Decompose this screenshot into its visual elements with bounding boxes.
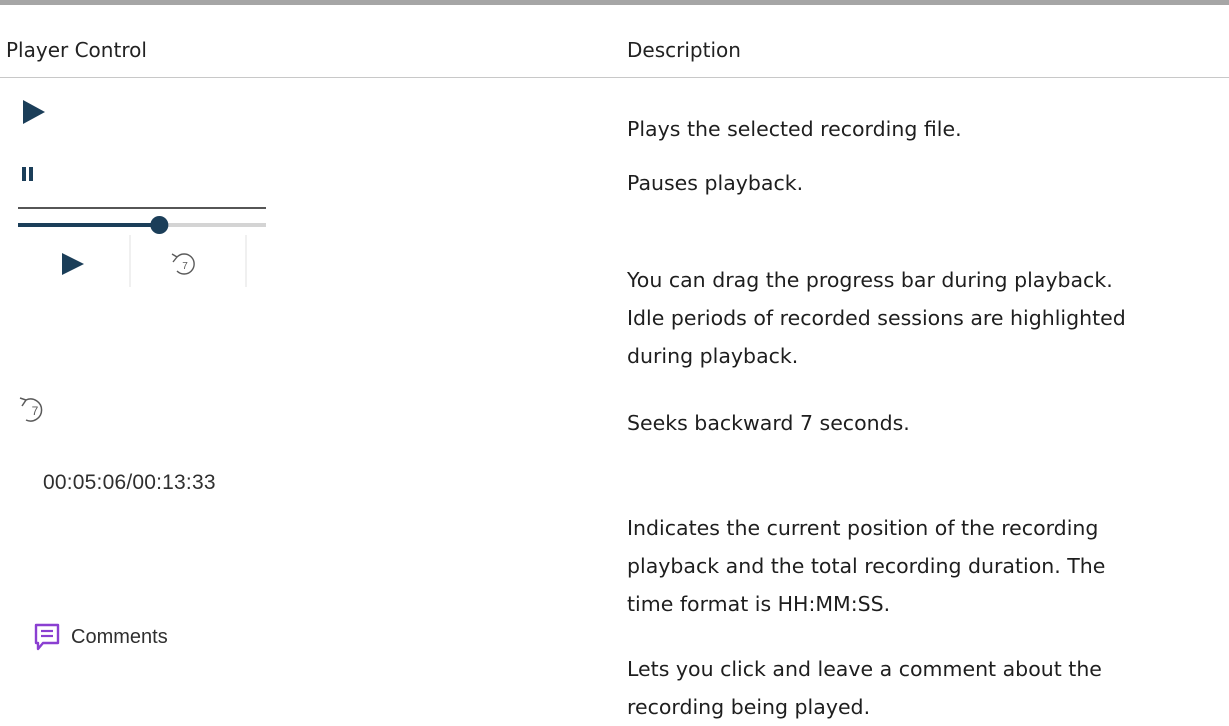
svg-text:7: 7 — [182, 261, 188, 272]
time-display: 00:05:06/00:13:33 — [43, 471, 216, 494]
header-description: Description — [627, 38, 741, 62]
description-progress-bar: You can drag the progress bar during pla… — [627, 268, 1126, 368]
description-play: Plays the selected recording file. — [627, 117, 962, 141]
seek-back-7-icon: 7 — [171, 253, 195, 275]
play-icon — [62, 253, 84, 275]
play-icon[interactable] — [22, 99, 46, 125]
svg-text:7: 7 — [32, 404, 39, 418]
comments-label: Comments — [71, 625, 168, 648]
description-time-display: Indicates the current position of the re… — [627, 516, 1106, 616]
seek-back-7-icon[interactable]: 7 — [18, 394, 48, 424]
header-player-control: Player Control — [6, 38, 147, 62]
description-comments: Lets you click and leave a comment about… — [627, 657, 1102, 719]
progress-handle — [150, 216, 169, 234]
pause-icon[interactable] — [22, 167, 34, 181]
comment-icon — [34, 623, 60, 651]
description-pause: Pauses playback. — [627, 171, 804, 195]
description-seek-back: Seeks backward 7 seconds. — [627, 411, 910, 435]
table-header-row: Player Control Description — [0, 5, 1229, 78]
comments-button[interactable]: Comments — [34, 619, 168, 655]
progress-bar-widget: 7 — [18, 207, 266, 287]
